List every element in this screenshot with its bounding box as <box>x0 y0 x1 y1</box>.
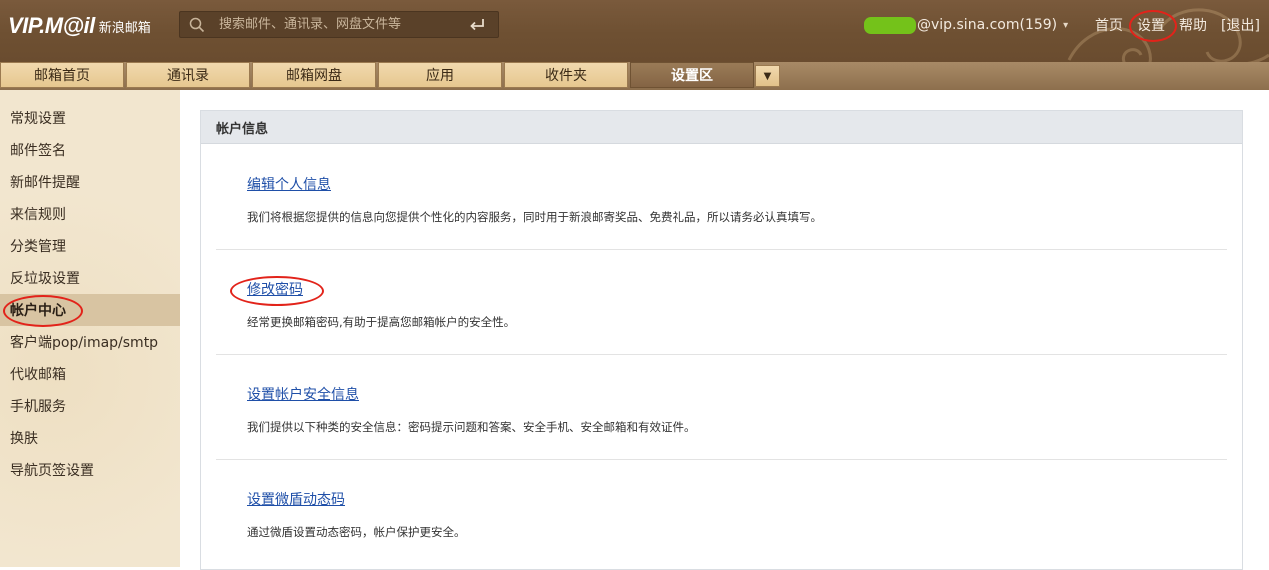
settings-link[interactable]: 设置 <box>1137 15 1165 35</box>
help-link[interactable]: 帮助 <box>1179 15 1207 35</box>
edit-profile-desc: 我们将根据您提供的信息向您提供个性化的内容服务，同时用于新浪邮寄奖品、免费礼品，… <box>247 210 822 224</box>
sidebar-item-anti-spam[interactable]: 反垃圾设置 <box>0 262 180 294</box>
sidebar-item-filter-rules[interactable]: 来信规则 <box>0 198 180 230</box>
sidebar-item-signature[interactable]: 邮件签名 <box>0 134 180 166</box>
change-password-link[interactable]: 修改密码 <box>247 279 303 299</box>
top-header: VIP.M@il 新浪邮箱 @vip.sina.com(159) ▾ 首页 设置… <box>0 0 1269 62</box>
search-icon <box>189 17 205 32</box>
search-box[interactable] <box>179 11 499 38</box>
security-info-desc: 我们提供以下种类的安全信息：密码提示问题和答案、安全手机、安全邮箱和有效证件。 <box>247 420 696 434</box>
sidebar-item-general[interactable]: 常规设置 <box>0 102 180 134</box>
account-menu[interactable]: @vip.sina.com(159) ▾ <box>864 14 1068 36</box>
settings-sidebar: 常规设置 邮件签名 新邮件提醒 来信规则 分类管理 反垃圾设置 帐户中心 客户端… <box>0 90 180 567</box>
panel-title: 帐户信息 <box>201 111 1242 144</box>
tabs-more-button[interactable]: ▼ <box>755 65 780 87</box>
chevron-down-icon: ▼ <box>763 70 772 82</box>
account-info-panel: 帐户信息 编辑个人信息 我们将根据您提供的信息向您提供个性化的内容服务，同时用于… <box>200 110 1243 570</box>
sidebar-item-mail-collector[interactable]: 代收邮箱 <box>0 358 180 390</box>
edit-profile-link[interactable]: 编辑个人信息 <box>247 174 331 194</box>
logo-text: VIP.M@il <box>8 13 95 38</box>
tab-netdisk[interactable]: 邮箱网盘 <box>252 62 376 88</box>
sidebar-item-categories[interactable]: 分类管理 <box>0 230 180 262</box>
change-password-desc: 经常更换邮箱密码,有助于提高您邮箱帐户的安全性。 <box>247 315 516 329</box>
logo[interactable]: VIP.M@il 新浪邮箱 <box>8 11 151 41</box>
dynamic-code-desc: 通过微盾设置动态密码，帐户保护更安全。 <box>247 525 466 539</box>
account-address: @vip.sina.com(159) <box>917 17 1058 33</box>
enter-icon[interactable] <box>469 18 485 32</box>
logo-subtitle: 新浪邮箱 <box>98 21 151 36</box>
section-edit-profile: 编辑个人信息 我们将根据您提供的信息向您提供个性化的内容服务，同时用于新浪邮寄奖… <box>216 144 1227 248</box>
redacted-username <box>864 16 916 34</box>
tab-apps[interactable]: 应用 <box>378 62 502 88</box>
tab-settings[interactable]: 设置区 <box>630 62 754 88</box>
section-dynamic-code: 设置微盾动态码 通过微盾设置动态密码，帐户保护更安全。 <box>216 460 1227 564</box>
tab-mail-home[interactable]: 邮箱首页 <box>0 62 124 88</box>
section-security-info: 设置帐户安全信息 我们提供以下种类的安全信息：密码提示问题和答案、安全手机、安全… <box>216 355 1227 459</box>
sidebar-item-nav-tabs[interactable]: 导航页签设置 <box>0 454 180 486</box>
main-tab-bar: 邮箱首页 通讯录 邮箱网盘 应用 收件夹 设置区 ▼ <box>0 62 1269 91</box>
chevron-down-icon: ▾ <box>1063 19 1069 31</box>
section-change-password: 修改密码 经常更换邮箱密码,有助于提高您邮箱帐户的安全性。 <box>216 250 1227 354</box>
sidebar-item-mobile-service[interactable]: 手机服务 <box>0 390 180 422</box>
home-link[interactable]: 首页 <box>1095 15 1123 35</box>
logout-link[interactable]: [退出] <box>1221 15 1260 35</box>
sidebar-item-client-protocols[interactable]: 客户端pop/imap/smtp <box>0 326 180 358</box>
tab-folders[interactable]: 收件夹 <box>504 62 628 88</box>
tab-contacts[interactable]: 通讯录 <box>126 62 250 88</box>
main-content: 帐户信息 编辑个人信息 我们将根据您提供的信息向您提供个性化的内容服务，同时用于… <box>180 90 1269 570</box>
sidebar-item-new-mail-alert[interactable]: 新邮件提醒 <box>0 166 180 198</box>
dynamic-code-link[interactable]: 设置微盾动态码 <box>247 489 345 509</box>
security-info-link[interactable]: 设置帐户安全信息 <box>247 384 359 404</box>
sidebar-item-account-center[interactable]: 帐户中心 <box>0 294 180 326</box>
sidebar-item-skin[interactable]: 换肤 <box>0 422 180 454</box>
search-input[interactable] <box>217 16 469 33</box>
